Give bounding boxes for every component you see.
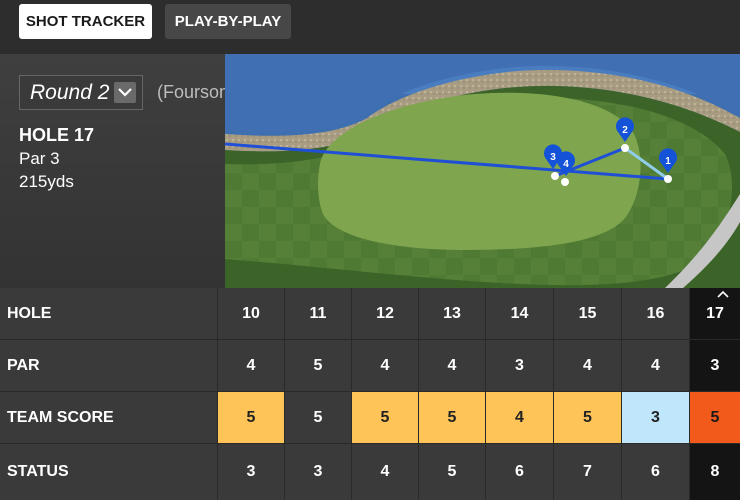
hole-map-graphic: 1 2 3 4 [225,54,740,288]
ball-marker-2 [621,144,629,152]
score-cell-par: 5 [285,392,351,443]
score-cell-bogey: 5 [554,392,621,443]
score-cell-bogey: 4 [486,392,553,443]
tab-shot-tracker[interactable]: SHOT TRACKER [19,4,152,39]
score-cell-bogey: 5 [218,392,284,443]
hole-cell[interactable]: 15 [554,288,621,339]
score-cell-double-bogey: 5 [690,392,740,443]
par-cell-current: 3 [690,340,740,391]
shot-pin-4-label: 4 [563,159,569,170]
hole-yardage: 215yds [19,172,74,191]
top-tab-bar: SHOT TRACKER PLAY-BY-PLAY [0,0,740,54]
chevron-up-icon[interactable] [717,290,729,298]
hole-cell[interactable]: 13 [419,288,485,339]
par-cell: 4 [218,340,284,391]
scorecard: HOLE 10 11 12 13 14 15 16 17 PAR 4 5 4 4… [0,288,740,500]
par-cell: 4 [554,340,621,391]
chevron-down-icon[interactable] [114,82,136,103]
tab-play-by-play[interactable]: PLAY-BY-PLAY [165,4,291,39]
par-cell: 4 [622,340,689,391]
hole-cell[interactable]: 14 [486,288,553,339]
row-label-par: PAR [0,340,217,391]
hole-info-panel: Round 2 (Foursomes) HOLE 17 Par 3 215yds [0,54,259,288]
status-cell: 3 [218,444,284,500]
status-cell-current: 8 [690,444,740,500]
par-cell: 3 [486,340,553,391]
hole-cell-current[interactable]: 17 [690,288,740,339]
round-select[interactable]: Round 2 [19,75,143,110]
hole-par: Par 3 [19,149,60,168]
ball-marker-4 [561,178,569,186]
status-cell: 4 [352,444,418,500]
hole-title: HOLE 17 [19,125,95,145]
scorecard-row-status: STATUS 3 3 4 5 6 7 6 8 [0,444,740,500]
ball-marker-1 [664,175,672,183]
score-cell-bogey: 5 [352,392,418,443]
status-cell: 6 [486,444,553,500]
hole-cell[interactable]: 16 [622,288,689,339]
shot-pin-2-label: 2 [622,125,628,136]
hole-cell[interactable]: 12 [352,288,418,339]
shot-pin-3-label: 3 [550,152,556,163]
ball-marker-3 [551,172,559,180]
status-cell: 3 [285,444,351,500]
row-label-hole: HOLE [0,288,217,339]
status-cell: 6 [622,444,689,500]
par-cell: 5 [285,340,351,391]
status-cell: 7 [554,444,621,500]
hole-cell[interactable]: 11 [285,288,351,339]
hole-map[interactable]: 1 2 3 4 [225,54,740,288]
round-select-value: Round 2 [30,80,110,104]
shot-pin-1-label: 1 [665,156,671,167]
row-label-status: STATUS [0,444,217,500]
score-cell-birdie: 3 [622,392,689,443]
scorecard-row-hole: HOLE 10 11 12 13 14 15 16 17 [0,288,740,339]
par-cell: 4 [352,340,418,391]
score-cell-bogey: 5 [419,392,485,443]
scorecard-row-team-score: TEAM SCORE 5 5 5 5 4 5 3 5 [0,392,740,443]
row-label-team-score: TEAM SCORE [0,392,217,443]
scorecard-row-par: PAR 4 5 4 4 3 4 4 3 [0,340,740,391]
par-cell: 4 [419,340,485,391]
status-cell: 5 [419,444,485,500]
hole-cell[interactable]: 10 [218,288,284,339]
